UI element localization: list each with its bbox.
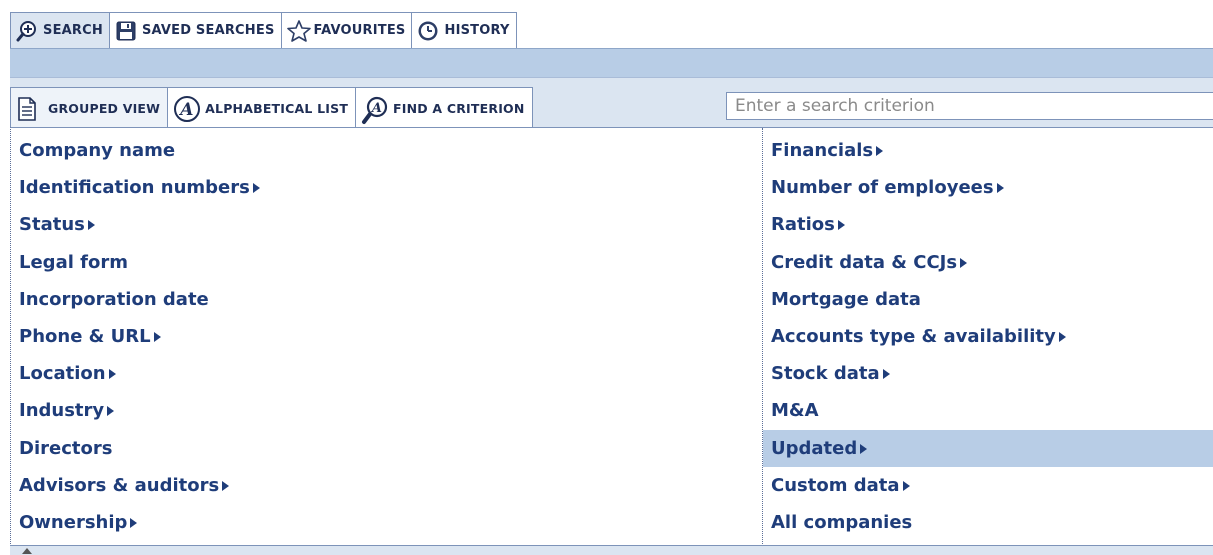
view-toolbar: GROUPED VIEW A ALPHABETICAL LIST A FIND … bbox=[10, 77, 1213, 129]
criterion-incorporation-date[interactable]: Incorporation date bbox=[11, 281, 762, 318]
submenu-arrow-icon bbox=[252, 183, 260, 194]
criterion-label: Incorporation date bbox=[19, 288, 209, 310]
criterion-legal-form[interactable]: Legal form bbox=[11, 244, 762, 281]
criterion-label: Advisors & auditors bbox=[19, 474, 220, 496]
criterion-label: All companies bbox=[771, 511, 913, 533]
criterion-label: Ratios bbox=[771, 214, 835, 236]
tab-band bbox=[10, 48, 1213, 78]
criterion-label: Location bbox=[19, 363, 106, 385]
criterion-custom-data[interactable]: Custom data bbox=[763, 467, 1213, 504]
star-icon bbox=[286, 19, 311, 42]
tab-history[interactable]: HISTORY bbox=[412, 12, 517, 48]
main-tabs: SEARCH SAVED SEARCHES FAVOURITES HISTORY bbox=[10, 12, 517, 48]
submenu-arrow-icon bbox=[960, 257, 968, 268]
criterion-label: Status bbox=[19, 214, 85, 236]
submenu-arrow-icon bbox=[882, 369, 890, 380]
search-criteria-window: SEARCH SAVED SEARCHES FAVOURITES HISTORY… bbox=[0, 0, 1213, 555]
criterion-manda[interactable]: M&A bbox=[763, 392, 1213, 429]
criterion-label: Updated bbox=[771, 437, 858, 459]
tab-find-criterion-label: FIND A CRITERION bbox=[393, 101, 525, 116]
criterion-label: Credit data & CCJs bbox=[771, 251, 958, 273]
panel-footer bbox=[10, 545, 1213, 555]
criterion-accounts-type-and-availability[interactable]: Accounts type & availability bbox=[763, 318, 1213, 355]
view-tabs: GROUPED VIEW A ALPHABETICAL LIST A FIND … bbox=[10, 87, 533, 129]
criterion-label: Financials bbox=[771, 140, 874, 162]
criterion-label: Ownership bbox=[19, 511, 128, 533]
criterion-financials[interactable]: Financials bbox=[763, 132, 1213, 169]
tab-grouped-view[interactable]: GROUPED VIEW bbox=[10, 87, 169, 129]
criterion-number-of-employees[interactable]: Number of employees bbox=[763, 169, 1213, 206]
magnifier-a-icon: A bbox=[361, 95, 388, 124]
search-criterion-input[interactable] bbox=[726, 92, 1213, 120]
floppy-disk-icon bbox=[115, 20, 137, 42]
criteria-column-right: Financials Number of employees Ratios Credi… bbox=[763, 128, 1213, 546]
tab-saved-searches-label: SAVED SEARCHES bbox=[141, 23, 275, 38]
submenu-arrow-icon bbox=[87, 220, 95, 231]
criterion-all-companies[interactable]: All companies bbox=[763, 504, 1213, 541]
criterion-stock-data[interactable]: Stock data bbox=[763, 355, 1213, 392]
tab-alphabetical-list-label: ALPHABETICAL LIST bbox=[205, 101, 349, 116]
submenu-arrow-icon bbox=[222, 480, 230, 491]
criterion-label: Stock data bbox=[771, 363, 880, 385]
criterion-ratios[interactable]: Ratios bbox=[763, 206, 1213, 243]
clock-icon bbox=[417, 20, 439, 42]
submenu-arrow-icon bbox=[1058, 332, 1066, 343]
criterion-label: Mortgage data bbox=[771, 288, 921, 310]
criteria-panel: Company name Identification numbers Status… bbox=[10, 127, 1213, 546]
svg-text:A: A bbox=[178, 100, 193, 120]
tab-find-criterion[interactable]: A FIND A CRITERION bbox=[356, 87, 533, 129]
tab-history-label: HISTORY bbox=[444, 23, 510, 38]
criterion-updated[interactable]: Updated bbox=[763, 429, 1213, 467]
tab-alphabetical-list[interactable]: A ALPHABETICAL LIST bbox=[168, 87, 357, 129]
criterion-credit-data-and-ccjs[interactable]: Credit data & CCJs bbox=[763, 244, 1213, 281]
submenu-arrow-icon bbox=[108, 369, 116, 380]
tab-search-label: SEARCH bbox=[43, 23, 103, 38]
criterion-label: Identification numbers bbox=[19, 177, 250, 199]
criterion-label: Legal form bbox=[19, 251, 128, 273]
tab-grouped-view-label: GROUPED VIEW bbox=[48, 101, 161, 116]
criterion-identification-numbers[interactable]: Identification numbers bbox=[11, 169, 762, 206]
submenu-arrow-icon bbox=[996, 183, 1004, 194]
tab-favourites[interactable]: FAVOURITES bbox=[281, 12, 413, 48]
tab-saved-searches[interactable]: SAVED SEARCHES bbox=[109, 12, 282, 48]
criterion-ownership[interactable]: Ownership bbox=[11, 504, 762, 541]
criterion-directors[interactable]: Directors bbox=[11, 430, 762, 467]
criterion-label: M&A bbox=[771, 400, 819, 422]
submenu-arrow-icon bbox=[876, 146, 884, 157]
letter-a-icon: A bbox=[173, 95, 201, 123]
criterion-advisors-and-auditors[interactable]: Advisors & auditors bbox=[11, 467, 762, 504]
criterion-label: Accounts type & availability bbox=[771, 326, 1056, 348]
submenu-arrow-icon bbox=[107, 406, 115, 417]
submenu-arrow-icon bbox=[902, 480, 910, 491]
criterion-label: Industry bbox=[19, 400, 105, 422]
criterion-location[interactable]: Location bbox=[11, 355, 762, 392]
submenu-arrow-icon bbox=[153, 332, 161, 343]
scroll-up-icon[interactable] bbox=[22, 548, 32, 554]
criterion-label: Directors bbox=[19, 437, 113, 459]
criterion-industry[interactable]: Industry bbox=[11, 392, 762, 429]
magnifier-plus-icon bbox=[16, 20, 38, 42]
criterion-label: Custom data bbox=[771, 474, 900, 496]
submenu-arrow-icon bbox=[837, 220, 845, 231]
submenu-arrow-icon bbox=[860, 443, 868, 454]
criterion-mortgage-data[interactable]: Mortgage data bbox=[763, 281, 1213, 318]
submenu-arrow-icon bbox=[130, 517, 138, 528]
criteria-column-left: Company name Identification numbers Status… bbox=[11, 128, 763, 546]
tab-favourites-label: FAVOURITES bbox=[313, 23, 406, 38]
criterion-phone-and-url[interactable]: Phone & URL bbox=[11, 318, 762, 355]
criterion-company-name[interactable]: Company name bbox=[11, 132, 762, 169]
tab-search[interactable]: SEARCH bbox=[10, 12, 110, 48]
document-icon bbox=[16, 95, 42, 123]
criterion-label: Company name bbox=[19, 140, 176, 162]
criterion-status[interactable]: Status bbox=[11, 206, 762, 243]
criterion-label: Phone & URL bbox=[19, 326, 151, 348]
criterion-label: Number of employees bbox=[771, 177, 994, 199]
